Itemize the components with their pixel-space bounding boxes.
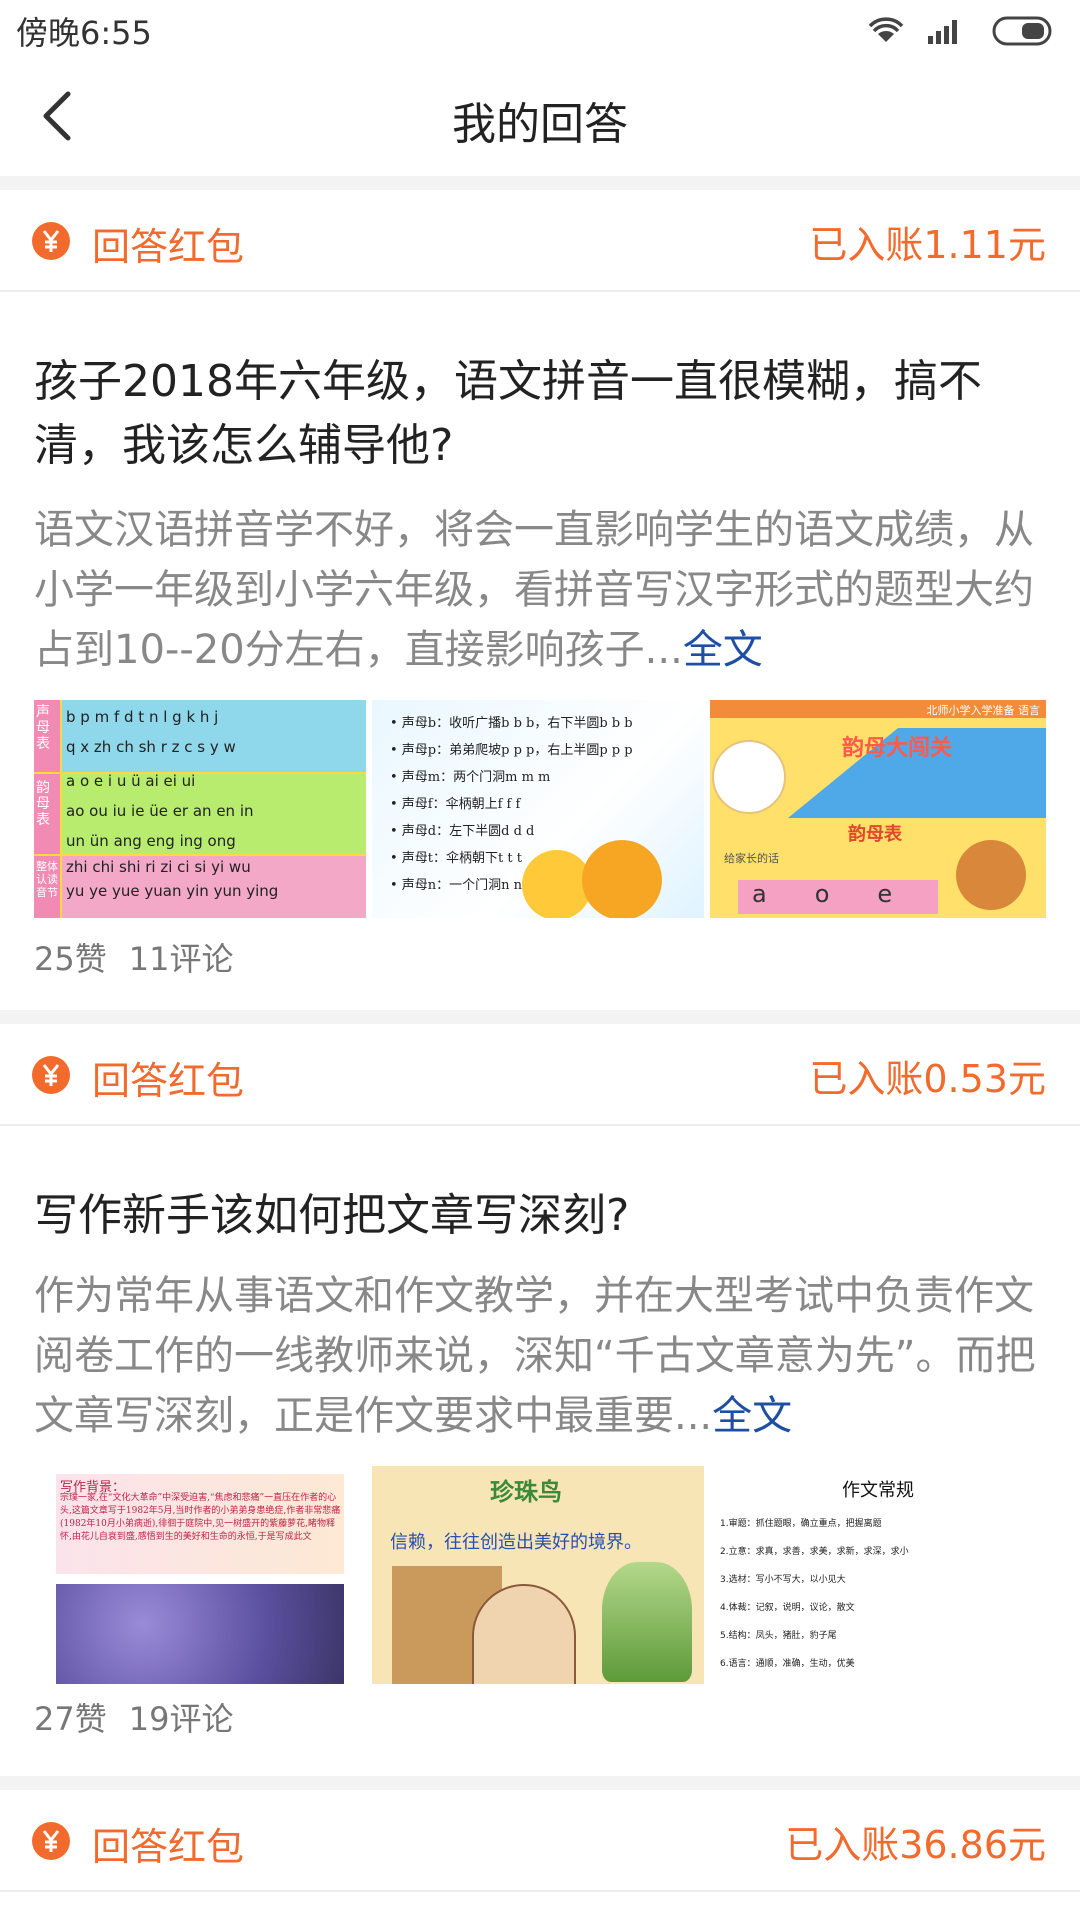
shengmu-line: • 声母m：两个门洞m m m [390, 770, 551, 785]
status-icons [868, 16, 1052, 46]
reward-amount: 已入账1.11元 [809, 223, 1046, 267]
thumbnail-pinyin-table[interactable]: 声母表 韵母表 整体认读音节 b p m f d t n l g k h j q… [34, 700, 366, 918]
excerpt-text: 语文汉语拼音学不好，将会一直影响学生的语文成绩，从小学一年级到小学六年级，看拼音… [34, 507, 1034, 673]
reward-row: 回答红包 已入账0.53元 [0, 1024, 1080, 1126]
full-text-link[interactable]: 全文 [683, 627, 763, 673]
thumbnail-composition-rules[interactable]: 作文常规 1.审题：抓住题眼，确立重点，把握离题 2.立意：求真，求善，求美，求… [710, 1466, 1046, 1684]
rules-item: 3.选材：写小不写大，以小见大 [720, 1575, 846, 1585]
reward-label: 回答红包 [92, 1825, 245, 1869]
section-divider [0, 1776, 1080, 1790]
answer-card[interactable]: 回答红包 已入账0.53元 写作新手该如何把文章写深刻? 作为常年从事语文和作文… [0, 1024, 1080, 1776]
section-divider [0, 1010, 1080, 1024]
comment-count[interactable]: 19评论 [129, 1700, 234, 1738]
yuan-icon [32, 1822, 70, 1860]
side-label: 韵母表 [36, 780, 50, 828]
signal-icon [928, 20, 957, 44]
wifi-icon [868, 17, 904, 42]
answer-excerpt[interactable]: 作为常年从事语文和作文教学，并在大型考试中负责作文阅卷工作的一线教师来说，深知“… [34, 1266, 1044, 1446]
shengmu-line: • 声母b：收听广播b b b，右下半圆b b b [390, 716, 633, 731]
question-title[interactable]: 孩子2018年六年级，语文拼音一直很模糊，搞不清，我该怎么辅导他? [34, 350, 1034, 478]
thumbnail-pearl-bird[interactable]: 珍珠鸟 信赖，往往创造出美好的境界。 [372, 1466, 704, 1684]
reward-label: 回答红包 [92, 1059, 245, 1103]
shengmu-line: • 声母d：左下半圆d d d [390, 824, 535, 839]
status-time: 傍晚6:55 [16, 14, 152, 52]
boy-illustration [472, 1584, 576, 1684]
comment-count[interactable]: 11评论 [129, 940, 234, 978]
image-title: 韵母大闯关 [841, 736, 952, 761]
rules-item: 6.语言：通顺，准确，生动，优美 [720, 1659, 855, 1669]
battery-icon [992, 16, 1052, 46]
pinyin-row: yu ye yue yuan yin yun ying [66, 882, 279, 900]
reward-row: 回答红包 已入账1.11元 [0, 190, 1080, 292]
rules-item: 4.体裁：记叙，说明，议论，散文 [720, 1603, 855, 1613]
answer-card[interactable]: 回答红包 已入账1.11元 孩子2018年六年级，语文拼音一直很模糊，搞不清，我… [0, 190, 1080, 1010]
background-text: 宗璞一家,在“文化大革命”中深受迫害,“焦虑和悲痛”一直压在作者的心头,这篇文章… [60, 1493, 341, 1542]
letter: e [877, 880, 893, 908]
letter: a [752, 880, 767, 908]
thumbnail-shengmu-list[interactable]: • 声母b：收听广播b b b，右下半圆b b b • 声母p：弟弟爬坡p p … [372, 700, 704, 918]
cartoon-illustration [582, 840, 662, 918]
image-header: 北师小学入学准备 语言 [926, 704, 1041, 717]
section-divider [0, 176, 1080, 190]
image-row: 写作背景： 宗璞一家,在“文化大革命”中深受迫害,“焦虑和悲痛”一直压在作者的心… [34, 1466, 1046, 1684]
answer-card[interactable]: 回答红包 已入账36.86元 [0, 1790, 1080, 1920]
excerpt-text: 作为常年从事语文和作文教学，并在大型考试中负责作文阅卷工作的一线教师来说，深知“… [34, 1273, 1036, 1439]
pinyin-row: q x zh ch sh r z c s y w [66, 738, 236, 756]
answer-excerpt[interactable]: 语文汉语拼音学不好，将会一直影响学生的语文成绩，从小学一年级到小学六年级，看拼音… [34, 500, 1044, 680]
lesson-title: 珍珠鸟 [490, 1477, 562, 1506]
wisteria-photo [56, 1584, 344, 1684]
side-label: 声母表 [36, 704, 50, 752]
yuan-icon [32, 1056, 70, 1094]
like-count[interactable]: 27赞 [34, 1700, 107, 1738]
shengmu-line: • 声母p：弟弟爬坡p p p，右上半圆p p p [390, 743, 633, 758]
side-label: 整体认读音节 [36, 860, 58, 899]
pinyin-row: b p m f d t n l g k h j [66, 708, 219, 726]
pinyin-row: a o e i u ü ai ei ui [66, 772, 196, 790]
image-note: 给家长的话 [724, 852, 779, 865]
rules-item: 5.结构：凤头，猪肚，豹子尾 [720, 1631, 837, 1641]
thumbnail-writing-background[interactable]: 写作背景： 宗璞一家,在“文化大革命”中深受迫害,“焦虑和悲痛”一直压在作者的心… [34, 1466, 366, 1684]
status-bar: 傍晚6:55 [0, 0, 1080, 56]
answer-stats: 25赞 11评论 [34, 934, 255, 980]
page-title: 我的回答 [452, 99, 628, 150]
reward-amount: 已入账36.86元 [785, 1823, 1046, 1867]
pinyin-row: ao ou iu ie üe er an en in [66, 802, 254, 820]
image-row: 声母表 韵母表 整体认读音节 b p m f d t n l g k h j q… [34, 700, 1046, 918]
thumbnail-yunmu-game[interactable]: 北师小学入学准备 语言 韵母大闯关 韵母表 给家长的话 a o e [710, 700, 1046, 918]
shengmu-line: • 声母f：伞柄朝上f f f [390, 797, 521, 812]
plant-illustration [602, 1562, 692, 1682]
image-subtitle: 韵母表 [848, 824, 902, 845]
question-title[interactable]: 写作新手该如何把文章写深刻? [34, 1184, 1034, 1248]
sheep-illustration [712, 740, 786, 814]
bear-illustration [956, 840, 1026, 910]
reward-amount: 已入账0.53元 [809, 1057, 1046, 1101]
like-count[interactable]: 25赞 [34, 940, 107, 978]
letter: o [814, 880, 830, 908]
answer-stats: 27赞 19评论 [34, 1694, 255, 1740]
top-bar: 我的回答 [0, 56, 1080, 176]
rules-title: 作文常规 [842, 1480, 914, 1501]
rules-item: 1.审题：抓住题眼，确立重点，把握离题 [720, 1519, 882, 1529]
full-text-link[interactable]: 全文 [712, 1393, 792, 1439]
reward-row: 回答红包 已入账36.86元 [0, 1790, 1080, 1892]
yuan-icon [32, 222, 70, 260]
reward-label: 回答红包 [92, 225, 245, 269]
rules-item: 2.立意：求真，求善，求美，求新，求深，求小 [720, 1547, 909, 1557]
lesson-line: 信赖，往往创造出美好的境界。 [390, 1532, 642, 1553]
